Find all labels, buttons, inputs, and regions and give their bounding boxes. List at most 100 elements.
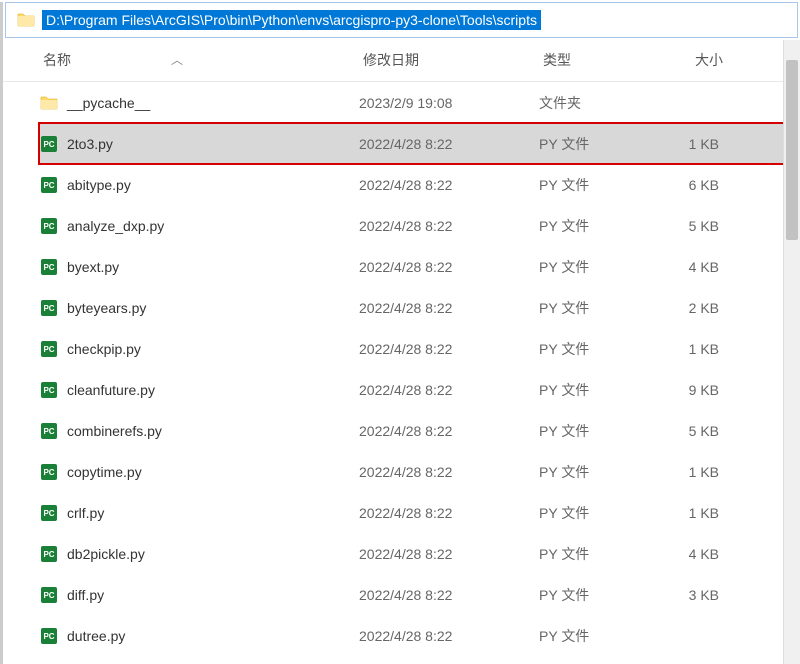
address-bar[interactable]: D:\Program Files\ArcGIS\Pro\bin\Python\e… <box>5 2 798 38</box>
file-size-cell: 4 KB <box>659 259 739 275</box>
file-name-cell: PC cleanfuture.py <box>39 380 359 400</box>
svg-text:PC: PC <box>43 222 54 231</box>
svg-text:PC: PC <box>43 509 54 518</box>
file-row[interactable]: PC2to3.py2022/4/28 8:22PY 文件1 KB <box>39 123 800 164</box>
file-name-label: __pycache__ <box>67 95 150 111</box>
file-name-cell: PCabitype.py <box>39 175 359 195</box>
file-row[interactable]: PCabitype.py2022/4/28 8:22PY 文件6 KB <box>39 164 800 205</box>
address-path[interactable]: D:\Program Files\ArcGIS\Pro\bin\Python\e… <box>42 10 541 30</box>
file-size-cell: 3 KB <box>659 587 739 603</box>
file-row[interactable]: PC combinerefs.py 2022/4/28 8:22PY 文件5 KB <box>39 410 800 451</box>
file-name-label: byteyears.py <box>67 300 146 316</box>
file-name-label: analyze_dxp.py <box>67 218 164 234</box>
file-type-cell: PY 文件 <box>539 339 659 359</box>
file-name-label: checkpip.py <box>67 341 141 357</box>
column-name-label: 名称 <box>43 50 71 70</box>
svg-text:PC: PC <box>43 468 54 477</box>
file-size-cell: 6 KB <box>659 177 739 193</box>
file-name-label: cleanfuture.py <box>67 382 155 398</box>
file-type-cell: 文件夹 <box>539 93 659 113</box>
python-file-icon: PC <box>39 626 59 646</box>
python-file-icon: PC <box>39 175 59 195</box>
file-date-cell: 2022/4/28 8:22 <box>359 259 539 275</box>
file-name-label: byext.py <box>67 259 119 275</box>
python-file-icon: PC <box>39 339 59 359</box>
file-date-cell: 2022/4/28 8:22 <box>359 587 539 603</box>
file-name-label: combinerefs.py <box>67 423 162 439</box>
file-date-cell: 2022/4/28 8:22 <box>359 546 539 562</box>
file-type-cell: PY 文件 <box>539 380 659 400</box>
file-row[interactable]: PC byext.py 2022/4/28 8:22PY 文件4 KB <box>39 246 800 287</box>
column-header-type[interactable]: 类型 <box>543 50 663 70</box>
file-row[interactable]: PC copytime.py 2022/4/28 8:22PY 文件1 KB <box>39 451 800 492</box>
file-size-cell: 1 KB <box>659 505 739 521</box>
svg-text:PC: PC <box>43 591 54 600</box>
file-name-label: diff.py <box>67 587 104 603</box>
svg-text:PC: PC <box>43 632 54 641</box>
file-type-cell: PY 文件 <box>539 134 659 154</box>
svg-text:PC: PC <box>43 263 54 272</box>
python-file-icon: PC <box>39 544 59 564</box>
svg-text:PC: PC <box>43 140 54 149</box>
python-file-icon: PC <box>39 503 59 523</box>
python-file-icon: PC <box>39 298 59 318</box>
file-name-label: crlf.py <box>67 505 104 521</box>
file-size-cell: 1 KB <box>659 464 739 480</box>
file-name-cell: PC combinerefs.py <box>39 421 359 441</box>
file-row[interactable]: __pycache__2023/2/9 19:08文件夹 <box>39 82 800 123</box>
file-row[interactable]: PC diff.py 2022/4/28 8:22PY 文件3 KB <box>39 574 800 615</box>
file-date-cell: 2022/4/28 8:22 <box>359 382 539 398</box>
file-size-cell: 1 KB <box>659 341 739 357</box>
file-size-cell: 5 KB <box>659 423 739 439</box>
file-date-cell: 2022/4/28 8:22 <box>359 177 539 193</box>
file-size-cell: 5 KB <box>659 218 739 234</box>
file-type-cell: PY 文件 <box>539 585 659 605</box>
file-date-cell: 2022/4/28 8:22 <box>359 505 539 521</box>
file-row[interactable]: PCcleanfuture.py2022/4/28 8:22PY 文件9 KB <box>39 369 800 410</box>
scrollbar-thumb[interactable] <box>786 60 798 240</box>
file-row[interactable]: PC checkpip.py 2022/4/28 8:22PY 文件1 KB <box>39 328 800 369</box>
file-name-cell: __pycache__ <box>39 93 359 113</box>
column-header-row: 名称 ︿ 修改日期 类型 大小 <box>3 38 800 82</box>
file-type-cell: PY 文件 <box>539 175 659 195</box>
file-name-cell: PC diff.py <box>39 585 359 605</box>
svg-text:PC: PC <box>43 386 54 395</box>
file-date-cell: 2022/4/28 8:22 <box>359 218 539 234</box>
file-date-cell: 2022/4/28 8:22 <box>359 423 539 439</box>
file-date-cell: 2022/4/28 8:22 <box>359 341 539 357</box>
folder-icon <box>39 93 59 113</box>
sort-indicator-icon: ︿ <box>171 51 183 68</box>
vertical-scrollbar[interactable] <box>783 40 800 664</box>
file-type-cell: PY 文件 <box>539 462 659 482</box>
file-name-cell: PCdb2pickle.py <box>39 544 359 564</box>
column-header-name[interactable]: 名称 ︿ <box>43 50 363 70</box>
python-file-icon: PC <box>39 216 59 236</box>
file-name-label: copytime.py <box>67 464 142 480</box>
file-name-cell: PC byteyears.py <box>39 298 359 318</box>
svg-text:PC: PC <box>43 304 54 313</box>
file-name-cell: PC2to3.py <box>39 134 359 154</box>
file-type-cell: PY 文件 <box>539 257 659 277</box>
python-file-icon: PC <box>39 462 59 482</box>
file-row[interactable]: PCbyteyears.py2022/4/28 8:22PY 文件2 KB <box>39 287 800 328</box>
svg-text:PC: PC <box>43 550 54 559</box>
file-row[interactable]: PCdutree.py2022/4/28 8:22PY 文件 <box>39 615 800 656</box>
svg-text:PC: PC <box>43 181 54 190</box>
file-name-cell: PC analyze_dxp.py <box>39 216 359 236</box>
file-row[interactable]: PC analyze_dxp.py 2022/4/28 8:22PY 文件5 KB <box>39 205 800 246</box>
file-name-cell: PC checkpip.py <box>39 339 359 359</box>
file-date-cell: 2022/4/28 8:22 <box>359 628 539 644</box>
file-date-cell: 2022/4/28 8:22 <box>359 300 539 316</box>
svg-text:PC: PC <box>43 427 54 436</box>
file-type-cell: PY 文件 <box>539 421 659 441</box>
file-date-cell: 2022/4/28 8:22 <box>359 464 539 480</box>
file-size-cell: 1 KB <box>659 136 739 152</box>
python-file-icon: PC <box>39 257 59 277</box>
file-row[interactable]: PCdb2pickle.py2022/4/28 8:22PY 文件4 KB <box>39 533 800 574</box>
file-type-cell: PY 文件 <box>539 216 659 236</box>
python-file-icon: PC <box>39 134 59 154</box>
file-type-cell: PY 文件 <box>539 298 659 318</box>
column-header-date[interactable]: 修改日期 <box>363 50 543 70</box>
file-row[interactable]: PCcrlf.py2022/4/28 8:22PY 文件1 KB <box>39 492 800 533</box>
column-header-size[interactable]: 大小 <box>663 50 743 70</box>
